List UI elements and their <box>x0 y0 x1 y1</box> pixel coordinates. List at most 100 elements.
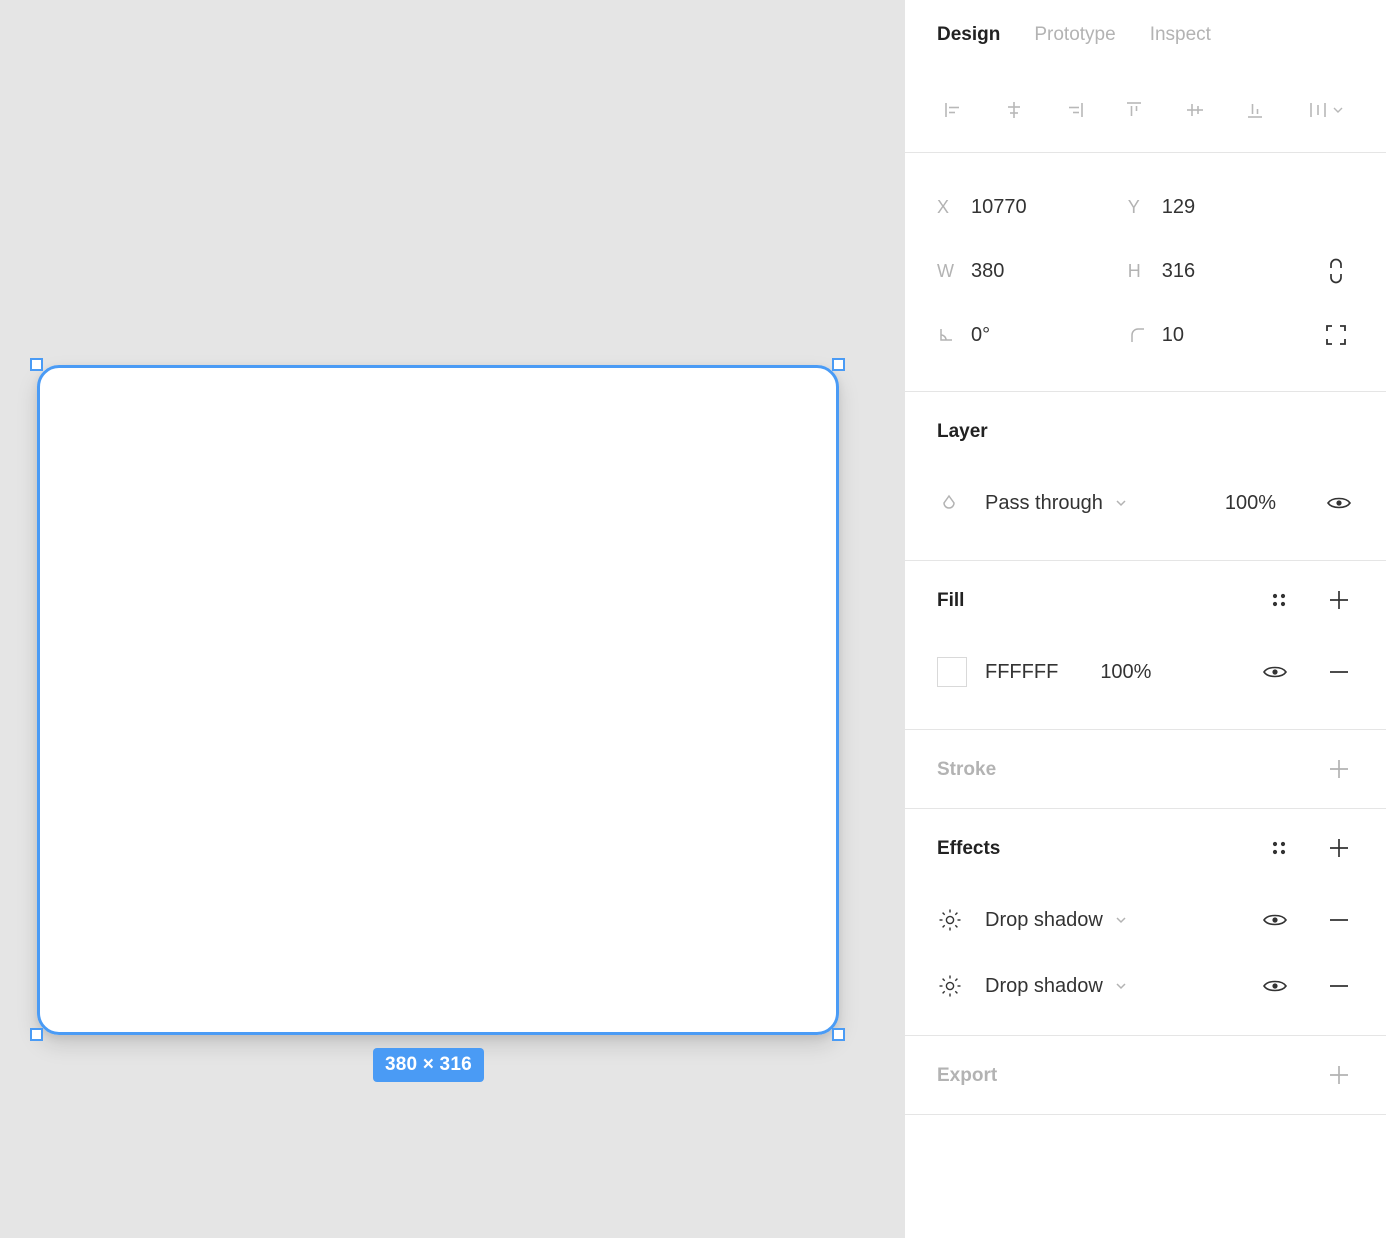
x-field[interactable]: X 10770 <box>937 197 1128 218</box>
effect-row: Drop shadow <box>937 887 1354 953</box>
rotation-value[interactable]: 0° <box>971 325 990 345</box>
effect-chevron-down-icon[interactable] <box>1113 912 1129 928</box>
corner-radius-value[interactable]: 10 <box>1162 325 1184 345</box>
align-top-icon[interactable] <box>1117 93 1151 127</box>
rotation-field[interactable]: 0° <box>937 325 1128 345</box>
stroke-actions <box>1324 754 1354 784</box>
height-value[interactable]: 316 <box>1162 261 1195 281</box>
design-canvas[interactable]: 380 × 316 <box>0 0 905 1238</box>
align-vertical-center-icon[interactable] <box>1178 93 1212 127</box>
sun-effect-icon <box>939 975 961 997</box>
layer-visibility-toggle[interactable] <box>1324 488 1354 518</box>
fill-actions <box>1264 585 1354 615</box>
fill-title: Fill <box>937 589 965 611</box>
effect-settings-button[interactable] <box>937 907 985 933</box>
four-dots-icon <box>1272 593 1286 607</box>
alignment-toolbar <box>905 68 1386 152</box>
stroke-title: Stroke <box>937 758 997 780</box>
resize-handle-top-right[interactable] <box>832 358 845 371</box>
resize-handle-bottom-right[interactable] <box>832 1028 845 1041</box>
tab-prototype[interactable]: Prototype <box>1034 25 1115 44</box>
width-value[interactable]: 380 <box>971 261 1004 281</box>
add-effect-button[interactable] <box>1324 833 1354 863</box>
y-label-icon: Y <box>1127 196 1140 217</box>
eye-icon <box>1263 980 1287 992</box>
export-actions <box>1324 1060 1354 1090</box>
effect-settings-button[interactable] <box>937 973 985 999</box>
effect-chevron-down-icon[interactable] <box>1113 978 1129 994</box>
minus-icon <box>1330 919 1348 921</box>
sun-effect-icon <box>939 909 961 931</box>
remove-fill-button[interactable] <box>1324 657 1354 687</box>
effect-styles-button[interactable] <box>1264 833 1294 863</box>
position-row: X 10770 Y 129 <box>905 175 1386 239</box>
fill-opacity-value[interactable]: 100% <box>1100 662 1151 682</box>
panel-tabs: Design Prototype Inspect <box>905 0 1386 68</box>
align-bottom-icon[interactable] <box>1238 93 1272 127</box>
x-value[interactable]: 10770 <box>971 197 1027 217</box>
rotation-radius-row: 0° 10 <box>905 303 1386 367</box>
resize-handle-top-left[interactable] <box>30 358 43 371</box>
eye-icon <box>1263 666 1287 678</box>
plus-icon <box>1330 1066 1348 1084</box>
selection-size-badge: 380 × 316 <box>373 1048 484 1082</box>
four-dots-icon <box>1272 841 1286 855</box>
remove-effect-button[interactable] <box>1324 971 1354 1001</box>
height-field[interactable]: H 316 <box>1128 261 1319 282</box>
fill-visibility-toggle[interactable] <box>1260 657 1290 687</box>
effect-type-label[interactable]: Drop shadow <box>985 976 1103 996</box>
y-value[interactable]: 129 <box>1162 197 1195 217</box>
plus-icon <box>1330 760 1348 778</box>
eye-icon <box>1263 914 1287 926</box>
align-horizontal-center-icon[interactable] <box>997 93 1031 127</box>
fill-color-hex[interactable]: FFFFFF <box>985 662 1058 682</box>
eye-icon <box>1327 497 1351 509</box>
divider <box>905 1114 1386 1115</box>
fill-item-row: FFFFFF 100% <box>937 639 1354 705</box>
layer-header: Layer <box>937 392 1354 470</box>
layer-section: Layer Pass through 100% <box>905 392 1386 560</box>
constrain-proportions-button[interactable] <box>1319 257 1354 285</box>
add-stroke-button[interactable] <box>1324 754 1354 784</box>
align-left-icon[interactable] <box>937 93 971 127</box>
chevron-down-icon[interactable] <box>1331 103 1345 117</box>
corner-radius-field[interactable]: 10 <box>1128 325 1319 345</box>
effect-row: Drop shadow <box>937 953 1354 1019</box>
blend-mode-value[interactable]: Pass through <box>985 493 1103 513</box>
effect-visibility-toggle[interactable] <box>1260 905 1290 935</box>
stroke-section: Stroke <box>905 730 1386 808</box>
size-row: W 380 H 316 <box>905 239 1386 303</box>
y-field[interactable]: Y 129 <box>1128 197 1319 218</box>
effect-type-label[interactable]: Drop shadow <box>985 910 1103 930</box>
add-fill-button[interactable] <box>1324 585 1354 615</box>
minus-icon <box>1330 671 1348 673</box>
selected-rectangle[interactable] <box>37 365 839 1035</box>
align-right-icon[interactable] <box>1057 93 1091 127</box>
fill-styles-button[interactable] <box>1264 585 1294 615</box>
distribute-icon[interactable] <box>1298 93 1354 127</box>
layer-title: Layer <box>937 420 988 442</box>
blend-mode-chevron-down-icon[interactable] <box>1113 495 1129 511</box>
minus-icon <box>1330 985 1348 987</box>
width-field[interactable]: W 380 <box>937 261 1128 282</box>
export-header: Export <box>937 1036 1354 1114</box>
fill-color-swatch[interactable] <box>937 657 985 687</box>
blend-mode-row: Pass through 100% <box>937 470 1354 536</box>
tab-inspect[interactable]: Inspect <box>1150 25 1211 44</box>
corner-radius-icon <box>1128 325 1162 345</box>
properties-panel: Design Prototype Inspect X 10770 Y 129 W… <box>905 0 1386 1238</box>
remove-effect-button[interactable] <box>1324 905 1354 935</box>
plus-icon <box>1330 591 1348 609</box>
corner-brackets-icon <box>1326 325 1347 345</box>
h-label-icon: H <box>1127 260 1141 281</box>
effect-visibility-toggle[interactable] <box>1260 971 1290 1001</box>
tab-design[interactable]: Design <box>937 25 1000 44</box>
independent-corners-button[interactable] <box>1319 322 1354 348</box>
layer-opacity-value[interactable]: 100% <box>1225 493 1276 513</box>
effects-actions <box>1264 833 1354 863</box>
effects-section: Effects Drop shadow Drop shadow <box>905 809 1386 1035</box>
resize-handle-bottom-left[interactable] <box>30 1028 43 1041</box>
geometry-properties: X 10770 Y 129 W 380 H 316 0° 10 <box>905 153 1386 391</box>
add-export-button[interactable] <box>1324 1060 1354 1090</box>
stroke-header: Stroke <box>937 730 1354 808</box>
